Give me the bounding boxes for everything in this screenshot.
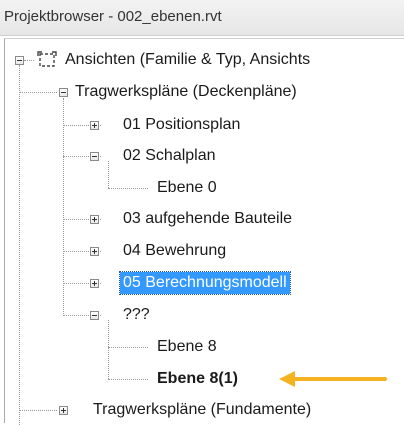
tree-connector bbox=[24, 60, 34, 61]
tree-node-fundamente[interactable]: Tragwerkspläne (Fundamente) bbox=[93, 399, 311, 421]
expand-toggle-berechnungsmodell[interactable] bbox=[90, 279, 99, 288]
tree-connector bbox=[19, 410, 57, 411]
expand-toggle-fundamente[interactable] bbox=[59, 406, 68, 415]
minus-expander-icon bbox=[61, 92, 66, 93]
expand-toggle-positionsplan[interactable] bbox=[90, 121, 99, 130]
tree-connector bbox=[19, 92, 57, 93]
tree-node-bewehrung[interactable]: 04 Bewehrung bbox=[123, 240, 226, 262]
collapse-toggle-unknown[interactable] bbox=[90, 311, 99, 320]
arrow-left-icon bbox=[279, 371, 387, 387]
minus-expander-icon bbox=[17, 60, 22, 61]
window-title: Projektbrowser - 002_ebenen.rvt bbox=[4, 8, 222, 25]
minus-expander-icon bbox=[92, 156, 97, 157]
tree-node-ansichten[interactable]: Ansichten (Familie & Typ, Ansichts bbox=[65, 49, 310, 71]
expand-toggle-aufgehende-bauteile[interactable] bbox=[90, 215, 99, 224]
tree-node-schalplan[interactable]: 02 Schalplan bbox=[123, 145, 216, 167]
tree-node-unknown[interactable]: ??? bbox=[123, 304, 150, 326]
tree-node-deckenplaene[interactable]: Tragwerkspläne (Deckenpläne) bbox=[75, 81, 297, 103]
collapse-toggle-deckenplaene[interactable] bbox=[59, 88, 68, 97]
tree-node-ebene-8-1[interactable]: Ebene 8(1) bbox=[157, 368, 238, 390]
tree-node-aufgehende-bauteile[interactable]: 03 aufgehende Bauteile bbox=[123, 208, 292, 230]
collapse-toggle-schalplan[interactable] bbox=[90, 152, 99, 161]
tree-connector bbox=[19, 65, 20, 425]
collapse-toggle-root[interactable] bbox=[15, 56, 24, 65]
tree-node-berechnungsmodell[interactable]: 05 Berechnungsmodell bbox=[119, 271, 291, 295]
tree-connector bbox=[108, 161, 109, 188]
tree-connector bbox=[108, 320, 109, 379]
tree-node-positionsplan[interactable]: 01 Positionsplan bbox=[123, 114, 240, 136]
tree-connector bbox=[108, 379, 148, 380]
minus-expander-icon bbox=[92, 315, 97, 316]
tree-node-ebene-8[interactable]: Ebene 8 bbox=[157, 336, 217, 358]
project-browser-panel[interactable]: Ansichten (Familie & Typ, Ansichts Tragw… bbox=[4, 38, 404, 425]
tree-connector bbox=[108, 188, 148, 189]
view-icon bbox=[37, 51, 57, 67]
tree-connector bbox=[108, 347, 148, 348]
window-titlebar: Projektbrowser - 002_ebenen.rvt bbox=[0, 0, 404, 36]
expand-toggle-bewehrung[interactable] bbox=[90, 247, 99, 256]
tree-node-ebene-0[interactable]: Ebene 0 bbox=[157, 177, 217, 199]
